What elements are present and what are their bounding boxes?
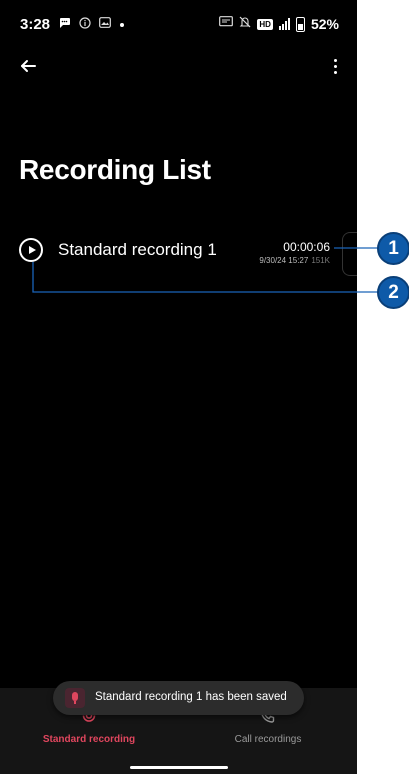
recording-meta: 9/30/24 15:27 151K	[259, 256, 330, 265]
recording-datetime: 9/30/24 15:27	[259, 256, 309, 265]
mic-icon	[65, 688, 85, 708]
more-options-button[interactable]	[327, 52, 343, 80]
gallery-icon	[99, 17, 111, 32]
chat-bubble-icon	[58, 16, 71, 33]
mute-icon	[239, 16, 251, 32]
status-left: 3:28	[20, 16, 125, 33]
status-right: HD 52%	[219, 16, 339, 32]
back-button[interactable]	[14, 52, 42, 80]
phone-screen: 3:28 HD 52% Recording List Standard reco…	[0, 0, 357, 774]
status-time: 3:28	[20, 16, 51, 33]
status-bar: 3:28 HD 52%	[0, 0, 357, 52]
cast-icon	[219, 16, 234, 32]
side-handle[interactable]	[342, 232, 357, 276]
dot-icon	[119, 18, 125, 32]
recording-list-item[interactable]: Standard recording 1 00:00:06 9/30/24 15…	[0, 228, 357, 276]
hd-icon: HD	[257, 18, 273, 30]
recording-size: 151K	[311, 256, 330, 265]
callout-badge-1: 1	[377, 232, 409, 265]
home-indicator[interactable]	[130, 766, 228, 769]
saved-toast: Standard recording 1 has been saved	[53, 681, 304, 715]
battery-icon	[295, 16, 305, 32]
recording-duration: 00:00:06	[283, 240, 330, 254]
info-icon	[79, 16, 91, 33]
tab-standard-recording-label: Standard recording	[42, 734, 136, 745]
app-bar	[0, 48, 357, 84]
toast-message: Standard recording 1 has been saved	[95, 691, 287, 703]
more-vert-icon	[333, 58, 337, 62]
page-title: Recording List	[19, 154, 211, 185]
tab-call-recordings-label: Call recordings	[234, 734, 302, 745]
battery-percent: 52%	[310, 16, 339, 32]
recording-name: Standard recording 1	[58, 240, 217, 259]
play-icon[interactable]	[19, 238, 43, 262]
callout-badge-2: 2	[377, 276, 409, 309]
signal-icon	[278, 18, 290, 30]
arrow-left-icon	[21, 60, 36, 72]
